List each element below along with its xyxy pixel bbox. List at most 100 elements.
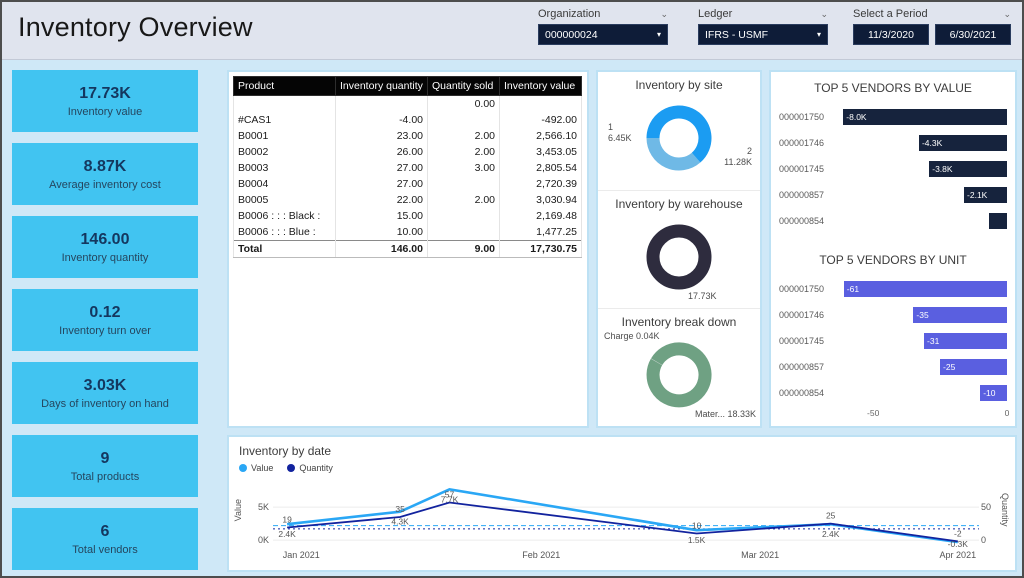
chevron-down-icon[interactable]: ⌄ [660,9,668,20]
bar-row: 000001750-8.0K [771,104,1015,130]
column-header[interactable]: Product [234,77,336,96]
cell-product: B0005 [234,192,336,208]
page-title: Inventory Overview [18,12,253,43]
period-end-input[interactable]: 6/30/2021 [935,24,1011,45]
inventory-by-date-panel: Inventory by date ValueQuantity Value Qu… [227,435,1017,572]
table-row[interactable]: B0006 : : : Black :15.002,169.48 [234,208,582,224]
bar[interactable]: -35 [913,307,1007,323]
cell-product [234,96,336,113]
organization-filter-header[interactable]: Organization ⌄ [538,8,668,20]
bar[interactable]: -61 [844,281,1007,297]
cell-value: 23.00 [336,128,428,144]
table-header-row: ProductInventory quantityQuantity soldIn… [234,77,582,96]
bar[interactable]: -25 [940,359,1007,375]
bar[interactable]: -31 [924,333,1007,349]
organization-filter: Organization ⌄ 000000024 ▾ [538,8,668,45]
bar[interactable]: -8.0K [843,109,1007,125]
legend-item[interactable]: Value [239,463,273,473]
column-header[interactable]: Inventory value [500,77,582,96]
cell-value [428,208,500,224]
cell-value: 0.00 [428,96,500,113]
period-start-input[interactable]: 11/3/2020 [853,24,929,45]
point-label: 57 [445,490,455,500]
x-tick: Apr 2021 [940,550,977,560]
y-tick: 0K [258,535,269,545]
kpi-card[interactable]: 9Total products [12,435,198,497]
cell-value: 2,566.10 [500,128,582,144]
kpi-card[interactable]: 6 Total vendors [12,508,198,570]
bar[interactable]: -3.8K [929,161,1007,177]
table-row[interactable]: B0006 : : : Blue :10.001,477.25 [234,224,582,241]
cell-product: B0006 : : : Black : [234,208,336,224]
chevron-down-icon[interactable]: ⌄ [1003,9,1011,20]
column-header[interactable]: Inventory quantity [336,77,428,96]
table-row[interactable]: B000327.003.002,805.54 [234,160,582,176]
point-label: 25 [826,511,836,521]
cell-value: 1,477.25 [500,224,582,241]
period-date-range: 11/3/2020 6/30/2021 [853,20,1011,45]
cell-value: 27.00 [336,176,428,192]
chart-title: Inventory break down [598,315,760,329]
data-label: Charge 0.04K [604,331,660,342]
bar-row: 000000854-10 [771,380,1015,406]
table-row[interactable]: #CAS1-4.00-492.00 [234,112,582,128]
inventory-by-warehouse-svg [600,213,758,305]
cell-value: 2,720.39 [500,176,582,192]
data-label: 17.73K [688,291,717,302]
donut-slice[interactable] [653,349,705,401]
bar[interactable]: -10 [980,385,1007,401]
product-table: ProductInventory quantityQuantity soldIn… [233,76,582,258]
cell-value: 22.00 [336,192,428,208]
product-table-panel: ProductInventory quantityQuantity soldIn… [227,70,589,428]
category-label: 000000857 [779,362,827,372]
kpi-value: 8.87K [84,158,127,176]
kpi-label: Inventory turn over [59,325,151,337]
donut-slice[interactable] [653,231,705,283]
kpi-card[interactable]: 3.03KDays of inventory on hand [12,362,198,424]
bar-row: 000000854 [771,208,1015,234]
kpi-value: 6 [101,523,110,541]
cell-value: -492.00 [500,112,582,128]
inventory-by-warehouse-chart: Inventory by warehouse 17.73K [598,190,760,308]
kpi-card[interactable]: 8.87KAverage inventory cost [12,143,198,205]
kpi-card[interactable]: 17.73KInventory value [12,70,198,132]
table-row[interactable]: B000226.002.003,453.05 [234,144,582,160]
bar[interactable] [989,213,1007,229]
kpi-card[interactable]: 0.12Inventory turn over [12,289,198,351]
kpi-value: 3.03K [84,377,127,395]
donut-charts-panel: Inventory by site 16.45K211.28K Inventor… [596,70,762,428]
table-row[interactable]: 0.00 [234,96,582,113]
category-label: 000001745 [779,336,827,346]
point-label: -2 [954,528,962,538]
kpi-card[interactable]: 146.00Inventory quantity [12,216,198,278]
period-filter-header[interactable]: Select a Period ⌄ [853,8,1011,20]
bar-value-label: -25 [943,362,955,372]
donut-chart: 17.73K [598,213,760,307]
donut-slice[interactable] [653,138,696,164]
table-row[interactable]: B000522.002.003,030.94 [234,192,582,208]
cell-value: 2,805.54 [500,160,582,176]
chevron-down-icon[interactable]: ⌄ [820,9,828,20]
quantity-line[interactable] [287,503,958,542]
bar-value-label: -35 [916,310,928,320]
organization-select[interactable]: 000000024 ▾ [538,24,668,45]
cell-value [500,96,582,113]
table-row[interactable]: B000123.002.002,566.10 [234,128,582,144]
kpi-label: Total vendors [72,544,137,556]
bar-track: -3.8K [833,161,1007,177]
table-row[interactable]: B000427.00 2,720.39 [234,176,582,192]
bar-row: 000001750-61 [771,276,1015,302]
bar[interactable]: -4.3K [919,135,1007,151]
line-plot[interactable]: 2.4K4.3K7.7K1.5K2.4K-0.3K1935571025-2 [273,482,979,548]
bar[interactable]: -2.1K [964,187,1007,203]
kpi-label: Total products [71,471,139,483]
value-line[interactable] [287,489,958,542]
data-label: 211.28K [724,146,752,168]
cell-value: -4.00 [336,112,428,128]
legend-item[interactable]: Quantity [287,463,333,473]
ledger-filter-header[interactable]: Ledger ⌄ [698,8,828,20]
ledger-select[interactable]: IFRS - USMF ▾ [698,24,828,45]
cell-value: 3.00 [428,160,500,176]
cell-product: B0004 [234,176,336,192]
column-header[interactable]: Quantity sold [428,77,500,96]
